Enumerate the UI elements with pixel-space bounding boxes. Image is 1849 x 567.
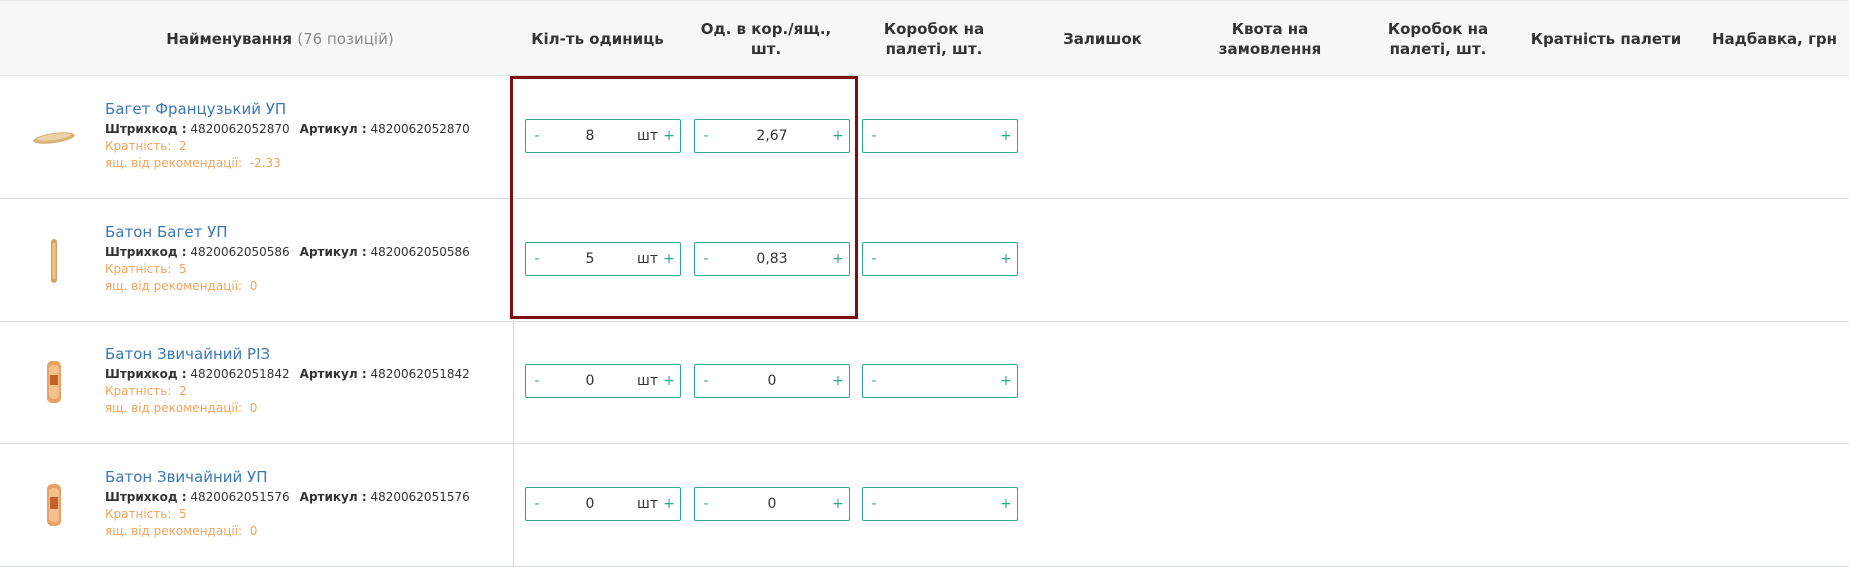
decrement-button[interactable]: - xyxy=(695,251,717,267)
unit-label: шт xyxy=(637,373,658,389)
table-row: Багет Французький УП Штрихкод : 48200620… xyxy=(0,76,1849,199)
order-page: Найменування (76 позицій) Кіл-ть одиниць… xyxy=(0,0,1849,567)
table-row: Батон Багет УП Штрихкод : 4820062050586 А… xyxy=(0,199,1849,322)
increment-button[interactable]: + xyxy=(827,373,849,389)
product-name-link[interactable]: Батон Звичайний УП xyxy=(105,468,505,487)
header-name[interactable]: Найменування (76 позицій) xyxy=(60,1,500,77)
header-quota[interactable]: Квота на замовлення xyxy=(1195,1,1345,77)
units-stepper[interactable]: - 8 шт + xyxy=(525,119,681,153)
product-image-baguette xyxy=(33,132,75,144)
units-value[interactable]: 5 xyxy=(548,251,632,267)
header-boxes-pallet-2[interactable]: Коробок на палеті, шт. xyxy=(1362,1,1514,77)
product-info: Багет Французький УП Штрихкод : 48200620… xyxy=(105,100,505,172)
product-image-loaf xyxy=(47,484,61,526)
increment-button[interactable]: + xyxy=(995,128,1017,144)
header-stock[interactable]: Залишок xyxy=(1030,1,1175,77)
table-header: Найменування (76 позицій) Кіл-ть одиниць… xyxy=(0,0,1849,76)
header-units[interactable]: Кіл-ть одиниць xyxy=(520,1,675,77)
header-item-count: (76 позицій) xyxy=(297,30,394,48)
per-box-stepper[interactable]: - 0 + xyxy=(694,487,850,521)
increment-button[interactable]: + xyxy=(827,496,849,512)
product-name-link[interactable]: Батон Звичайний РІЗ xyxy=(105,345,505,364)
decrement-button[interactable]: - xyxy=(526,128,548,144)
decrement-button[interactable]: - xyxy=(526,251,548,267)
decrement-button[interactable]: - xyxy=(863,128,885,144)
product-codes: Штрихкод : 4820062051576 Артикул : 482006… xyxy=(105,490,470,504)
boxes-stepper[interactable]: - + xyxy=(862,242,1018,276)
decrement-button[interactable]: - xyxy=(695,496,717,512)
product-info: Батон Звичайний УП Штрихкод : 4820062051… xyxy=(105,468,505,540)
units-stepper[interactable]: - 0 шт + xyxy=(525,487,681,521)
header-pallet-multiplicity[interactable]: Кратність палети xyxy=(1530,1,1682,77)
header-per-box[interactable]: Од. в кор./ящ., шт. xyxy=(686,1,846,77)
product-multiplicity: Кратність: 2 xyxy=(105,139,187,153)
per-box-value[interactable]: 0 xyxy=(717,373,827,389)
decrement-button[interactable]: - xyxy=(863,496,885,512)
increment-button[interactable]: + xyxy=(658,373,680,389)
product-info: Батон Звичайний РІЗ Штрихкод : 482006205… xyxy=(105,345,505,417)
increment-button[interactable]: + xyxy=(827,128,849,144)
product-name-link[interactable]: Багет Французький УП xyxy=(105,100,505,119)
per-box-value[interactable]: 2,67 xyxy=(717,128,827,144)
increment-button[interactable]: + xyxy=(827,251,849,267)
units-stepper[interactable]: - 0 шт + xyxy=(525,364,681,398)
unit-label: шт xyxy=(637,496,658,512)
boxes-stepper[interactable]: - + xyxy=(862,119,1018,153)
units-stepper[interactable]: - 5 шт + xyxy=(525,242,681,276)
header-name-label: Найменування xyxy=(166,30,293,48)
product-recommendation: ящ. від рекомендації: -2.33 xyxy=(105,156,281,170)
units-value[interactable]: 0 xyxy=(548,496,632,512)
unit-label: шт xyxy=(637,128,658,144)
product-recommendation: ящ. від рекомендації: 0 xyxy=(105,279,258,293)
units-value[interactable]: 8 xyxy=(548,128,632,144)
increment-button[interactable]: + xyxy=(658,251,680,267)
product-name-link[interactable]: Батон Багет УП xyxy=(105,223,505,242)
header-markup[interactable]: Надбавка, грн xyxy=(1700,1,1849,77)
increment-button[interactable]: + xyxy=(995,251,1017,267)
decrement-button[interactable]: - xyxy=(695,373,717,389)
increment-button[interactable]: + xyxy=(658,128,680,144)
product-codes: Штрихкод : 4820062050586 Артикул : 482006… xyxy=(105,245,470,259)
product-multiplicity: Кратність: 5 xyxy=(105,507,187,521)
boxes-stepper[interactable]: - + xyxy=(862,487,1018,521)
product-image-baton-baguette xyxy=(51,239,57,283)
per-box-stepper[interactable]: - 0,83 + xyxy=(694,242,850,276)
per-box-value[interactable]: 0,83 xyxy=(717,251,827,267)
product-info: Батон Багет УП Штрихкод : 4820062050586 А… xyxy=(105,223,505,295)
product-multiplicity: Кратність: 2 xyxy=(105,384,187,398)
increment-button[interactable]: + xyxy=(995,496,1017,512)
decrement-button[interactable]: - xyxy=(695,128,717,144)
increment-button[interactable]: + xyxy=(995,373,1017,389)
boxes-stepper[interactable]: - + xyxy=(862,364,1018,398)
unit-label: шт xyxy=(637,251,658,267)
product-recommendation: ящ. від рекомендації: 0 xyxy=(105,401,258,415)
product-recommendation: ящ. від рекомендації: 0 xyxy=(105,524,258,538)
per-box-stepper[interactable]: - 2,67 + xyxy=(694,119,850,153)
header-boxes-pallet[interactable]: Коробок на палеті, шт. xyxy=(858,1,1010,77)
table-row: Батон Звичайний УП Штрихкод : 4820062051… xyxy=(0,444,1849,567)
per-box-stepper[interactable]: - 0 + xyxy=(694,364,850,398)
decrement-button[interactable]: - xyxy=(526,373,548,389)
per-box-value[interactable]: 0 xyxy=(717,496,827,512)
decrement-button[interactable]: - xyxy=(863,251,885,267)
product-multiplicity: Кратність: 5 xyxy=(105,262,187,276)
units-value[interactable]: 0 xyxy=(548,373,632,389)
product-image-sliced-loaf xyxy=(47,361,61,403)
product-codes: Штрихкод : 4820062051842 Артикул : 482006… xyxy=(105,367,470,381)
decrement-button[interactable]: - xyxy=(526,496,548,512)
product-codes: Штрихкод : 4820062052870 Артикул : 482006… xyxy=(105,122,470,136)
table-row: Батон Звичайний РІЗ Штрихкод : 482006205… xyxy=(0,321,1849,444)
decrement-button[interactable]: - xyxy=(863,373,885,389)
increment-button[interactable]: + xyxy=(658,496,680,512)
